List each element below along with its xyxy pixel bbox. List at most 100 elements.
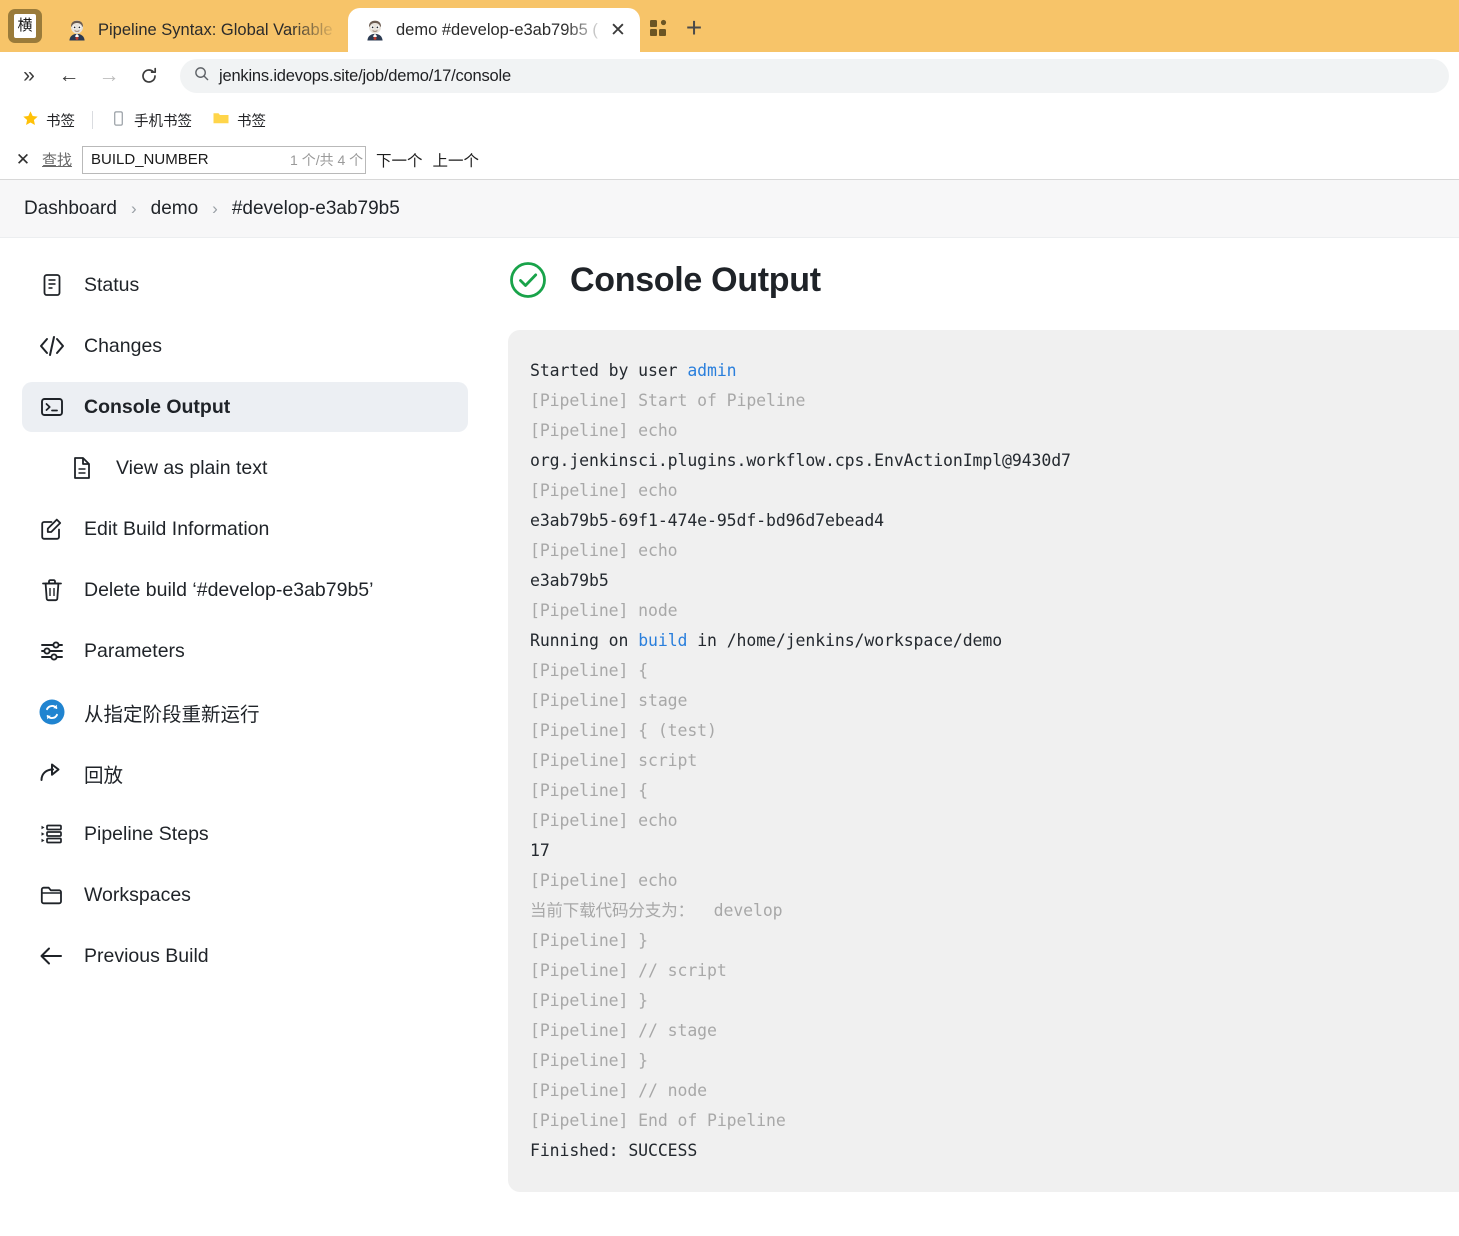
bookmark-item[interactable]: 书签 (204, 106, 274, 134)
sidebar-item-previous-build[interactable]: Previous Build (22, 931, 468, 981)
browser-tab-strip: 横 Pipeline Syntax: Global Variable demo … (0, 0, 1459, 52)
console-log-text: [Pipeline] { (530, 781, 649, 800)
sidebar-item-label: Console Output (84, 395, 231, 418)
console-log-line: [Pipeline] End of Pipeline (530, 1106, 1459, 1136)
console-output-log[interactable]: Started by user admin [Pipeline] Start of… (508, 330, 1459, 1192)
trash-icon (38, 576, 66, 604)
console-log-text: 17 (530, 841, 550, 860)
steps-list-icon (38, 820, 66, 848)
sidebar-item-status[interactable]: Status (22, 260, 468, 310)
console-log-text: [Pipeline] } (530, 931, 649, 950)
forward-button[interactable]: → (90, 57, 128, 95)
console-log-line: e3ab79b5-69f1-474e-95df-bd96d7ebead4 (530, 506, 1459, 536)
bookmark-item[interactable]: 书签 (14, 107, 83, 134)
browser-toolbar: » ← → jenkins.idevops.site/job/demo/17/c… (0, 52, 1459, 100)
sidebar-item-edit-build-information[interactable]: Edit Build Information (22, 504, 468, 554)
console-log-line: [Pipeline] // node (530, 1076, 1459, 1106)
overflow-chevron-icon[interactable]: » (10, 57, 48, 95)
find-next-button[interactable]: 下一个 (376, 149, 423, 171)
bookmark-label: 书签 (46, 113, 75, 130)
folder-open-icon (38, 881, 66, 909)
console-log-text: [Pipeline] // node (530, 1081, 708, 1100)
console-log-line: Finished: SUCCESS (530, 1136, 1459, 1166)
phone-icon (110, 110, 127, 131)
bookmark-label: 手机书签 (134, 113, 192, 130)
sidebar-item-label: 回放 (84, 764, 124, 787)
console-log-text: [Pipeline] echo (530, 871, 678, 890)
sidebar-item-console-output[interactable]: Console Output (22, 382, 468, 432)
console-log-text: Finished: SUCCESS (530, 1141, 698, 1160)
app-badge-label: 横 (14, 14, 36, 38)
console-log-text: Started by user (530, 361, 688, 380)
console-log-line: [Pipeline] stage (530, 686, 1459, 716)
app-badge-button[interactable]: 横 (8, 9, 42, 43)
sidebar-item-label: 从指定阶段重新运行 (84, 703, 260, 726)
sidebar-item-parameters[interactable]: Parameters (22, 626, 468, 676)
find-match-count: 1 个/共 4 个 (290, 151, 364, 168)
reload-button[interactable] (130, 57, 168, 95)
sidebar-item-pipeline-steps[interactable]: Pipeline Steps (22, 809, 468, 859)
sidebar-item-delete-build[interactable]: Delete build ‘#develop-e3ab79b5’ (22, 565, 468, 615)
console-log-link[interactable]: admin (687, 361, 736, 380)
document-icon (38, 271, 66, 299)
address-bar[interactable]: jenkins.idevops.site/job/demo/17/console (180, 59, 1449, 93)
sidebar-item-replay[interactable]: 回放 (22, 748, 468, 798)
console-log-text: e3ab79b5 (530, 571, 609, 590)
sidebar-item-view-as-plain-text[interactable]: View as plain text (22, 443, 468, 493)
console-log-line: org.jenkinsci.plugins.workflow.cps.EnvAc… (530, 446, 1459, 476)
breadcrumb-item-build[interactable]: #develop-e3ab79b5 (232, 198, 400, 220)
restart-blue-icon (38, 698, 66, 726)
console-header: Console Output (508, 260, 1459, 330)
console-log-text: [Pipeline] echo (530, 421, 678, 440)
sidebar-item-label: Delete build ‘#develop-e3ab79b5’ (84, 578, 374, 601)
close-icon[interactable]: ✕ (14, 150, 32, 170)
console-log-link[interactable]: build (638, 631, 687, 650)
jenkins-butler-icon (364, 19, 386, 41)
console-log-line: [Pipeline] { (530, 656, 1459, 686)
breadcrumb-item-demo[interactable]: demo (151, 198, 199, 220)
find-bar: ✕ 查找 1 个/共 4 个 下一个 上一个 (0, 140, 1459, 180)
console-log-line: [Pipeline] // stage (530, 1016, 1459, 1046)
folder-icon (212, 109, 230, 131)
console-log-line: [Pipeline] { (test) (530, 716, 1459, 746)
extensions-icon[interactable] (640, 10, 676, 46)
sidebar-item-label: Status (84, 273, 140, 296)
tab-title: Pipeline Syntax: Global Variable (98, 20, 333, 39)
sidebar-item-changes[interactable]: Changes (22, 321, 468, 371)
find-input[interactable] (91, 151, 291, 168)
new-tab-button[interactable]: + (676, 10, 712, 46)
find-label: 查找 (42, 152, 73, 169)
divider (92, 111, 93, 129)
page-title: Console Output (570, 260, 821, 299)
find-input-wrapper[interactable]: 1 个/共 4 个 (82, 145, 367, 174)
sidebar-item-label: View as plain text (116, 456, 268, 479)
console-log-text: Running on (530, 631, 639, 650)
sidebar-item-label: Parameters (84, 639, 185, 662)
sidebar-item-workspaces[interactable]: Workspaces (22, 870, 468, 920)
console-log-text: [Pipeline] End of Pipeline (530, 1111, 786, 1130)
console-log-text: [Pipeline] echo (530, 481, 678, 500)
success-check-circle-icon (508, 260, 548, 300)
console-log-line: 当前下载代码分支为： develop (530, 896, 1459, 926)
console-log-text: in /home/jenkins/workspace/demo (687, 631, 1003, 650)
console-log-line: [Pipeline] echo (530, 866, 1459, 896)
browser-tab-active[interactable]: demo #develop-e3ab79b5 ( ✕ (348, 8, 640, 52)
close-icon[interactable]: ✕ (606, 18, 630, 42)
console-log-text: e3ab79b5-69f1-474e-95df-bd96d7ebead4 (530, 511, 885, 530)
breadcrumb-item-dashboard[interactable]: Dashboard (24, 198, 117, 220)
terminal-icon (38, 393, 66, 421)
find-previous-button[interactable]: 上一个 (433, 149, 480, 171)
console-log-text: [Pipeline] echo (530, 541, 678, 560)
bookmark-item[interactable]: 手机书签 (102, 107, 200, 134)
file-text-icon (68, 454, 96, 482)
console-log-line: [Pipeline] { (530, 776, 1459, 806)
sidebar-item-label: Previous Build (84, 944, 209, 967)
sidebar-item-restart-from-stage[interactable]: 从指定阶段重新运行 (22, 687, 468, 737)
chevron-right-icon: › (212, 198, 218, 218)
console-log-line: [Pipeline] } (530, 986, 1459, 1016)
console-log-text: 当前下载代码分支为： develop (530, 901, 783, 920)
console-log-text: [Pipeline] echo (530, 811, 678, 830)
console-log-text: [Pipeline] // script (530, 961, 727, 980)
back-button[interactable]: ← (50, 57, 88, 95)
browser-tab-inactive[interactable]: Pipeline Syntax: Global Variable (50, 8, 348, 52)
